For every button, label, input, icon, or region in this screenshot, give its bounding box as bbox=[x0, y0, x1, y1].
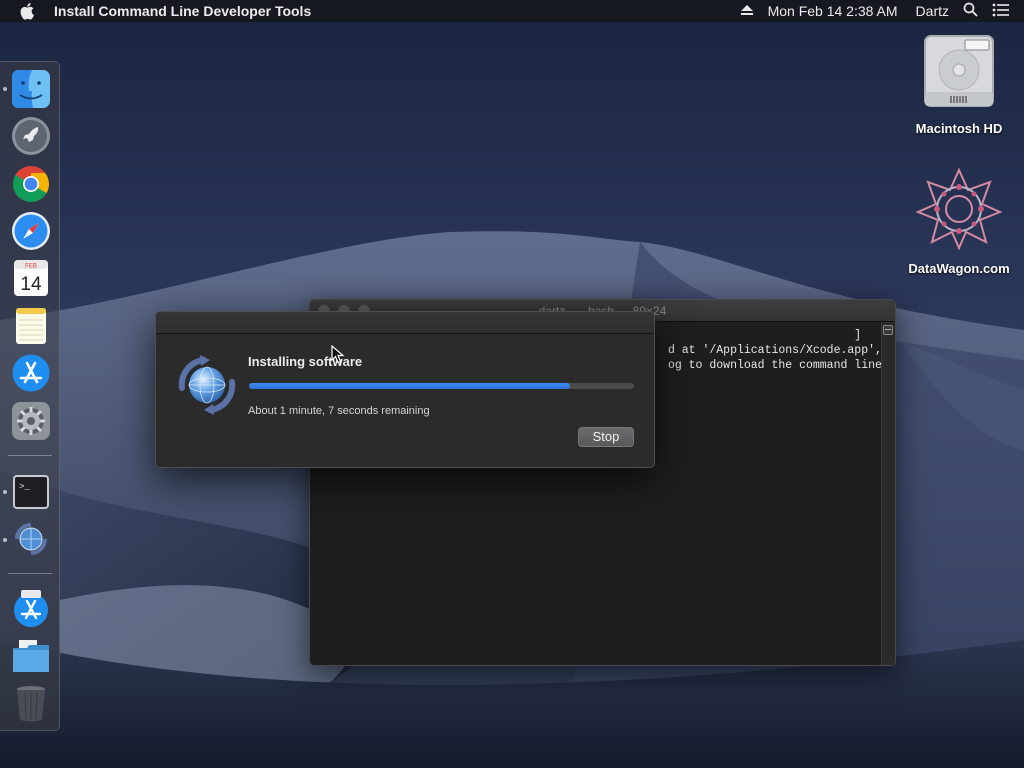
stop-button[interactable]: Stop bbox=[578, 427, 634, 447]
dock-item-calendar[interactable]: FEB 14 bbox=[11, 258, 51, 298]
desktop-icon-label: Macintosh HD bbox=[915, 121, 1003, 136]
software-update-icon bbox=[15, 523, 47, 555]
desktop-icon-datawagon[interactable]: DataWagon.com bbox=[904, 167, 1014, 276]
dock-item-notes[interactable] bbox=[11, 306, 51, 346]
launchpad-icon bbox=[12, 117, 50, 155]
dock-item-safari[interactable] bbox=[11, 211, 51, 251]
dock-separator bbox=[8, 573, 52, 574]
menu-user-name[interactable]: Dartz bbox=[916, 3, 949, 19]
dock-item-system-preferences[interactable] bbox=[11, 401, 51, 441]
dock: FEB 14 >_ bbox=[0, 61, 60, 731]
terminal-icon: >_ bbox=[13, 475, 49, 509]
split-pane-button[interactable] bbox=[883, 325, 893, 335]
terminal-scrollbar[interactable] bbox=[881, 322, 895, 665]
dock-item-app-store-download[interactable] bbox=[11, 588, 51, 628]
menu-clock[interactable]: Mon Feb 14 2:38 AM bbox=[768, 3, 898, 19]
app-store-icon bbox=[14, 590, 48, 627]
calendar-month: FEB bbox=[25, 264, 37, 270]
spotlight-search-icon[interactable] bbox=[963, 2, 978, 20]
terminal-prompt: >_ bbox=[19, 482, 30, 492]
chrome-icon bbox=[12, 166, 49, 203]
desktop-icon-macintosh-hd[interactable]: Macintosh HD bbox=[904, 32, 1014, 136]
dock-item-app-store[interactable] bbox=[11, 353, 51, 393]
install-progress-fill bbox=[249, 383, 571, 389]
running-indicator bbox=[3, 538, 7, 542]
installer-heading: Installing software bbox=[248, 354, 363, 369]
hard-drive-icon bbox=[924, 35, 994, 107]
install-progress-bar bbox=[249, 383, 634, 389]
trash-icon bbox=[17, 686, 45, 722]
calendar-day: 14 bbox=[20, 274, 42, 295]
notes-icon bbox=[16, 308, 46, 344]
dock-item-launchpad[interactable] bbox=[11, 116, 51, 156]
menu-app-title[interactable]: Install Command Line Developer Tools bbox=[54, 3, 311, 19]
desktop-icon-label: DataWagon.com bbox=[908, 261, 1010, 276]
dock-item-chrome[interactable] bbox=[11, 164, 51, 204]
dock-separator bbox=[8, 455, 52, 456]
running-indicator bbox=[3, 490, 7, 494]
dock-item-terminal[interactable]: >_ bbox=[11, 472, 51, 512]
installer-titlebar[interactable] bbox=[156, 312, 654, 334]
installer-status-text: About 1 minute, 7 seconds remaining bbox=[248, 405, 430, 417]
dock-item-finder[interactable] bbox=[11, 69, 51, 109]
software-update-icon bbox=[174, 352, 240, 418]
menu-bar: Install Command Line Developer Tools Mon… bbox=[0, 0, 1024, 22]
app-store-icon bbox=[12, 354, 50, 392]
installer-dialog[interactable]: Installing software About 1 minute, 7 se… bbox=[155, 311, 655, 468]
datawagon-logo-icon bbox=[915, 167, 1003, 251]
eject-icon[interactable] bbox=[740, 3, 754, 19]
dock-item-trash[interactable] bbox=[11, 683, 51, 723]
folder-icon bbox=[13, 640, 49, 672]
dock-item-installer[interactable] bbox=[11, 519, 51, 559]
finder-icon bbox=[12, 70, 50, 108]
calendar-icon: FEB 14 bbox=[14, 260, 48, 296]
apple-menu-icon[interactable] bbox=[20, 2, 40, 20]
gear-icon bbox=[12, 402, 50, 440]
dock-item-downloads[interactable] bbox=[11, 636, 51, 676]
running-indicator bbox=[3, 87, 7, 91]
safari-icon bbox=[12, 212, 50, 250]
mouse-cursor-icon bbox=[331, 345, 345, 364]
notification-center-icon[interactable] bbox=[992, 3, 1010, 20]
